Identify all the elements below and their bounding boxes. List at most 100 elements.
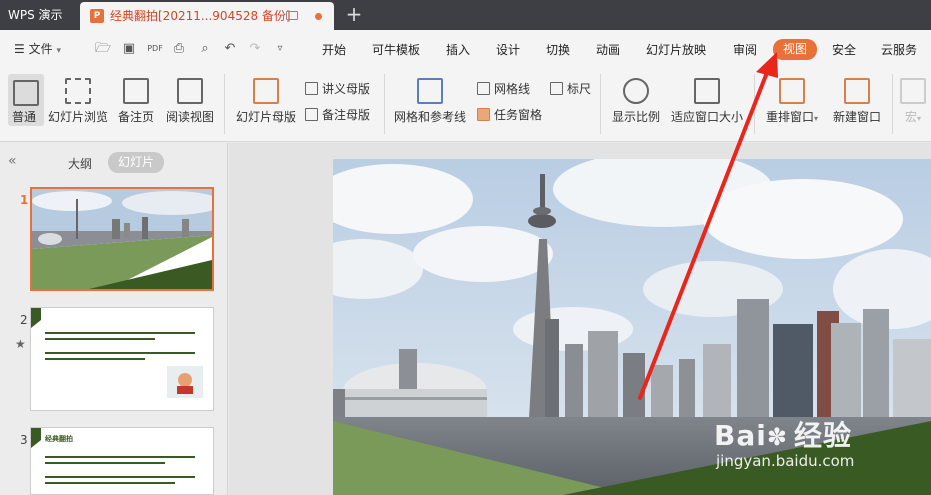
customize-quick-access-icon[interactable]: ▿ [272,41,288,57]
arrange-windows-label: 重排窗口 [765,110,814,124]
arrange-windows-icon [779,78,805,104]
document-tab[interactable]: P 经典翻拍[20211...904528 备份] [80,2,334,30]
menu-animations[interactable]: 动画 [596,41,620,58]
slide-number: 2 [20,313,28,327]
slide-number: 1 [20,193,29,207]
slide-number: 3 [20,433,28,447]
fit-window-icon [694,78,720,104]
separator [224,74,225,134]
task-pane-label: 任务窗格 [494,108,543,122]
menu-design[interactable]: 设计 [496,41,520,58]
slide-sorter-icon [65,78,91,104]
baidu-jingyan-text: 经验 [793,419,852,452]
notes-page-button[interactable]: 备注页 [116,78,156,125]
chevron-down-icon: ▾ [917,114,922,123]
menu-bar: ☰ 文件 ▾ 🗁 ▣ PDF ⎙ ⌕ ↶ ↷ ▿ 开始 可牛模板 插入 设计 切… [0,30,931,68]
task-pane-checkbox[interactable]: 任务窗格 [477,106,542,123]
menu-templates[interactable]: 可牛模板 [372,41,420,58]
slide-master-label: 幻灯片母版 [235,110,296,124]
title-bar: WPS 演示 P 经典翻拍[20211...904528 备份] + [0,0,931,30]
grid-guides-label: 网格和参考线 [393,110,466,124]
handout-master-icon [305,82,318,95]
normal-view-label: 普通 [12,110,37,124]
grid-guides-button[interactable]: 网格和参考线 [392,78,468,125]
book-icon [177,78,203,104]
animation-star-icon: ★ [15,337,26,351]
slide-thumbnail-2[interactable] [30,307,214,411]
notes-master-button[interactable]: 备注母版 [305,106,370,123]
new-window-button[interactable]: 新建窗口 [831,78,883,125]
baidu-watermark: Bai✽ 经验 [714,414,852,454]
baidu-brand-text: Bai [714,419,767,452]
menu-review[interactable]: 审阅 [733,41,757,58]
normal-view-icon [13,80,39,106]
checked-checkbox-icon [477,108,490,121]
print-icon[interactable]: ⎙ [171,41,187,57]
file-menu[interactable]: ☰ 文件 ▾ [14,40,61,57]
app-tab[interactable]: WPS 演示 [0,0,78,30]
reading-view-label: 阅读视图 [165,110,214,124]
separator [892,74,893,134]
new-tab-button[interactable]: + [344,4,364,24]
open-folder-icon[interactable]: 🗁 [95,41,111,57]
grid-icon [417,78,443,104]
menu-transitions[interactable]: 切换 [546,41,570,58]
redo-icon[interactable]: ↷ [247,41,263,57]
notes-master-label: 备注母版 [322,108,371,122]
menu-slideshow[interactable]: 幻灯片放映 [646,41,706,58]
presentation-file-icon: P [90,9,104,23]
collapse-pane-icon[interactable]: « [8,153,17,169]
gridlines-checkbox[interactable]: 网格线 [477,80,530,97]
pane-tabs: « 大纲 幻灯片 [0,143,228,179]
reading-view-button[interactable]: 阅读视图 [164,78,216,125]
print-preview-icon[interactable]: ⌕ [197,41,213,57]
menu-security[interactable]: 安全 [832,41,856,58]
slide-thumbnail-3[interactable]: 经典翻拍 [30,427,214,495]
arrange-windows-button[interactable]: 重排窗口▾ [762,78,822,125]
menu-home[interactable]: 开始 [322,41,346,58]
slide-heading: 经典翻拍 [45,435,73,443]
slide-2-preview [31,308,203,398]
checkbox-icon [550,82,563,95]
separator [754,74,755,134]
monitor-icon[interactable] [286,11,298,20]
gridlines-label: 网格线 [494,82,531,96]
slide-master-button[interactable]: 幻灯片母版 [234,78,298,125]
tab-slides[interactable]: 幻灯片 [108,152,164,173]
zoom-button[interactable]: 显示比例 [610,78,662,125]
undo-icon[interactable]: ↶ [222,41,238,57]
handout-master-button[interactable]: 讲义母版 [305,80,370,97]
chevron-down-icon: ▾ [814,114,819,123]
notes-page-icon [123,78,149,104]
zoom-percent-icon [623,78,649,104]
zoom-label: 显示比例 [611,110,660,124]
chevron-down-icon: ▾ [56,46,61,56]
file-menu-label: 文件 [28,42,53,56]
tab-outline[interactable]: 大纲 [68,155,92,172]
separator [384,74,385,134]
menu-view[interactable]: 视图 [773,39,817,60]
macro-button[interactable]: 宏▾ [898,78,928,125]
handout-master-label: 讲义母版 [322,82,371,96]
save-icon[interactable]: ▣ [121,41,137,57]
checkbox-icon [477,82,490,95]
fit-window-label: 适应窗口大小 [670,110,743,124]
slide-sorter-button[interactable]: 幻灯片浏览 [46,78,110,125]
new-window-label: 新建窗口 [832,110,881,124]
new-window-icon [844,78,870,104]
ruler-label: 标尺 [567,82,592,96]
notes-page-label: 备注页 [117,110,154,124]
slide-caption: 经典翻拍 [171,272,208,282]
slides-pane: « 大纲 幻灯片 1 经典翻拍 2 ★ 3 经典翻拍 [0,143,228,495]
menu-cloud[interactable]: 云服务 [881,41,917,58]
slide-sorter-label: 幻灯片浏览 [47,110,108,124]
notes-master-icon [305,108,318,121]
ruler-checkbox[interactable]: 标尺 [550,80,591,97]
fit-window-button[interactable]: 适应窗口大小 [669,78,745,125]
export-pdf-icon[interactable]: PDF [147,41,163,57]
slide-thumbnail-1[interactable]: 经典翻拍 [30,187,214,291]
view-ribbon: 普通 幻灯片浏览 备注页 阅读视图 幻灯片母版 讲义母版 备注母版 网格和参考线… [0,68,931,142]
macro-icon [900,78,926,104]
slide-master-icon [253,78,279,104]
menu-insert[interactable]: 插入 [446,41,470,58]
